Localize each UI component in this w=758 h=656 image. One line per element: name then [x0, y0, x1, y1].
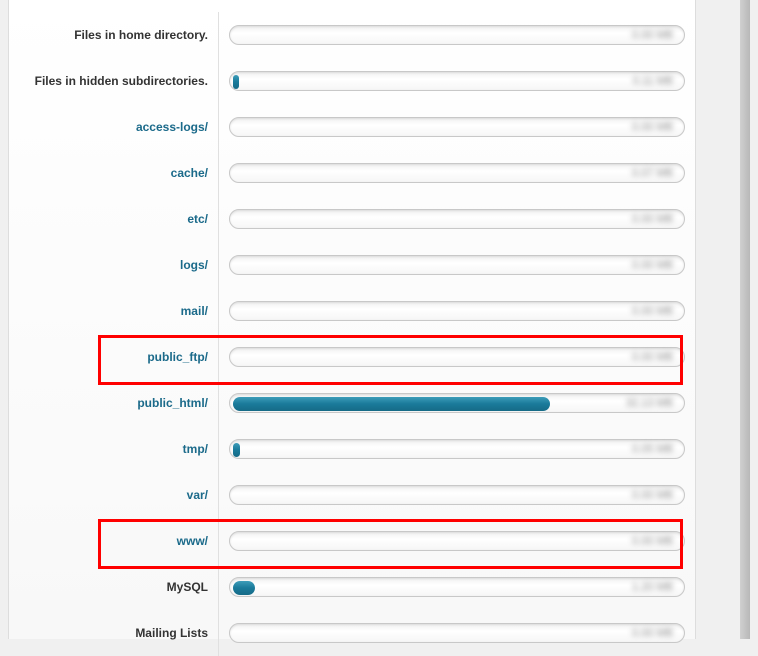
usage-row: Files in hidden subdirectories. 0.11 MB [9, 58, 695, 104]
progress-fill [233, 75, 239, 89]
size-label: 32.13 MB [626, 397, 673, 409]
row-label: public_ftp/ [9, 334, 219, 380]
usage-row: public_ftp/0.00 MB [9, 334, 695, 380]
usage-row: access-logs/0.00 MB [9, 104, 695, 150]
progress-track [229, 347, 685, 367]
size-label: 0.00 MB [632, 351, 673, 363]
size-label: 0.00 MB [632, 627, 673, 639]
row-label: tmp/ [9, 426, 219, 472]
progress-track [229, 71, 685, 91]
size-label: 0.00 MB [632, 213, 673, 225]
progress-track [229, 531, 685, 551]
progress-track [229, 485, 685, 505]
bar-column: 0.00 MB [219, 255, 695, 275]
progress-fill [233, 443, 240, 457]
row-label-text: Files in home directory. [74, 28, 208, 42]
bar-column: 0.00 MB [219, 531, 695, 551]
directory-link[interactable]: var/ [187, 488, 208, 502]
size-label: 0.05 MB [632, 443, 673, 455]
directory-link[interactable]: www/ [177, 534, 208, 548]
progress-track [229, 623, 685, 643]
size-label: 0.00 MB [632, 535, 673, 547]
row-label: Files in home directory. [9, 12, 219, 58]
usage-row: cache/0.07 MB [9, 150, 695, 196]
bar-column: 0.05 MB [219, 439, 695, 459]
row-label: logs/ [9, 242, 219, 288]
row-label: public_html/ [9, 380, 219, 426]
size-label: 0.00 MB [632, 489, 673, 501]
row-label: MySQL [9, 564, 219, 610]
bar-column: 1.20 MB [219, 577, 695, 597]
progress-track [229, 439, 685, 459]
row-label-text: MySQL [167, 580, 208, 594]
bar-column: 0.00 MB [219, 347, 695, 367]
directory-link[interactable]: mail/ [181, 304, 208, 318]
bar-column: 32.13 MB [219, 393, 695, 413]
directory-link[interactable]: etc/ [187, 212, 208, 226]
usage-row: logs/0.00 MB [9, 242, 695, 288]
bar-column: 0.00 MB [219, 117, 695, 137]
usage-row: tmp/0.05 MB [9, 426, 695, 472]
usage-row: etc/0.00 MB [9, 196, 695, 242]
row-label-text: Mailing Lists [135, 626, 208, 640]
size-label: 0.00 MB [632, 259, 673, 271]
bar-column: 0.00 MB [219, 25, 695, 45]
directory-link[interactable]: access-logs/ [136, 120, 208, 134]
progress-track [229, 163, 685, 183]
usage-row: Mailing Lists 0.00 MB [9, 610, 695, 656]
bar-column: 0.11 MB [219, 71, 695, 91]
row-label: access-logs/ [9, 104, 219, 150]
size-label: 0.07 MB [632, 167, 673, 179]
row-label: etc/ [9, 196, 219, 242]
directory-link[interactable]: public_ftp/ [147, 350, 208, 364]
row-label-text: Files in hidden subdirectories. [35, 74, 208, 88]
directory-link[interactable]: tmp/ [183, 442, 208, 456]
size-label: 0.00 MB [632, 29, 673, 41]
usage-row: Files in home directory. 0.00 MB [9, 12, 695, 58]
progress-track [229, 393, 685, 413]
progress-track [229, 255, 685, 275]
row-label: Mailing Lists [9, 610, 219, 656]
progress-fill [233, 397, 550, 411]
directory-link[interactable]: logs/ [180, 258, 208, 272]
row-label: var/ [9, 472, 219, 518]
progress-track [229, 209, 685, 229]
bar-column: 0.00 MB [219, 209, 695, 229]
size-label: 0.11 MB [633, 75, 673, 87]
row-label: www/ [9, 518, 219, 564]
progress-fill [233, 581, 255, 595]
disk-usage-panel: Files in home directory.0.00 MBFiles in … [8, 0, 696, 639]
size-label: 0.00 MB [632, 121, 673, 133]
usage-row: MySQL 1.20 MB [9, 564, 695, 610]
directory-link[interactable]: public_html/ [137, 396, 208, 410]
progress-track [229, 117, 685, 137]
bar-column: 0.07 MB [219, 163, 695, 183]
bar-column: 0.00 MB [219, 301, 695, 321]
right-panel-edge [740, 0, 750, 639]
bar-column: 0.00 MB [219, 485, 695, 505]
row-label: cache/ [9, 150, 219, 196]
rows-container: Files in home directory.0.00 MBFiles in … [9, 12, 695, 656]
row-label: mail/ [9, 288, 219, 334]
progress-track [229, 301, 685, 321]
usage-row: public_html/32.13 MB [9, 380, 695, 426]
size-label: 1.20 MB [632, 581, 673, 593]
usage-row: mail/0.00 MB [9, 288, 695, 334]
row-label: Files in hidden subdirectories. [9, 58, 219, 104]
progress-track [229, 577, 685, 597]
directory-link[interactable]: cache/ [171, 166, 208, 180]
usage-row: var/0.00 MB [9, 472, 695, 518]
bar-column: 0.00 MB [219, 623, 695, 643]
progress-track [229, 25, 685, 45]
size-label: 0.00 MB [632, 305, 673, 317]
usage-row: www/0.00 MB [9, 518, 695, 564]
